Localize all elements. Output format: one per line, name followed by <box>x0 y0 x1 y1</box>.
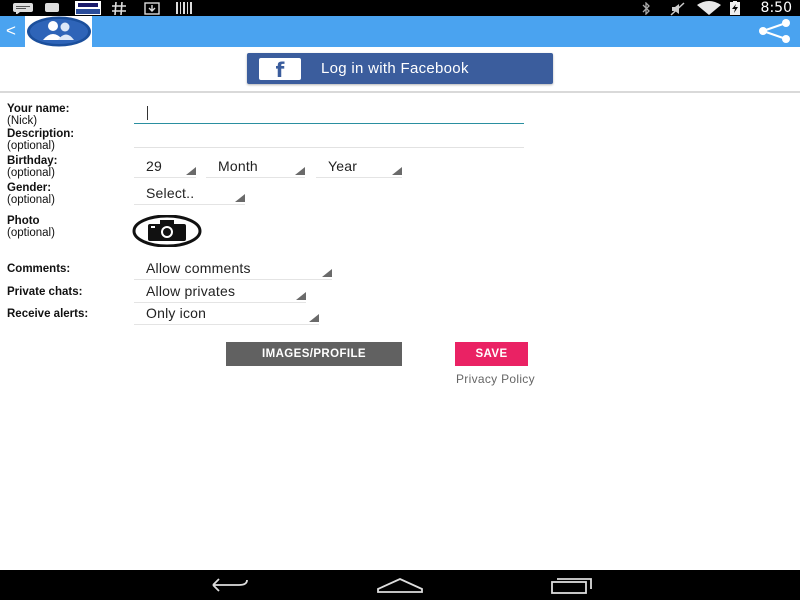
birthday-day-select[interactable]: 29 <box>134 157 196 178</box>
download-icon <box>144 2 160 15</box>
birthday-month-select[interactable]: Month <box>206 157 305 178</box>
description-label-title: Description: <box>7 128 75 140</box>
recents-nav-icon[interactable] <box>548 570 596 600</box>
photo-label: Photo (optional) <box>7 215 55 239</box>
navigation-bar <box>0 570 800 600</box>
gender-label: Gender: (optional) <box>7 182 55 206</box>
text-cursor <box>147 106 148 120</box>
dropdown-arrow-icon <box>296 292 306 300</box>
comments-select[interactable]: Allow comments <box>134 259 332 280</box>
back-button[interactable]: < <box>6 19 16 43</box>
photo-label-title: Photo <box>7 215 40 227</box>
app-logo <box>25 16 92 47</box>
birthday-day-value: 29 <box>146 158 162 174</box>
dropdown-arrow-icon <box>186 167 196 175</box>
dropdown-arrow-icon <box>322 269 332 277</box>
save-button[interactable]: SAVE <box>455 342 528 366</box>
birthday-year-select[interactable]: Year <box>316 157 402 178</box>
hash-icon <box>112 2 126 15</box>
comments-label-title: Comments: <box>7 263 71 275</box>
gender-value: Select.. <box>146 185 195 201</box>
comments-label: Comments: <box>7 263 70 275</box>
barcode-icon <box>176 2 192 14</box>
wifi-icon <box>697 1 721 15</box>
birthday-label-title: Birthday: <box>7 155 58 167</box>
mute-icon <box>670 2 685 16</box>
privacy-policy-link[interactable]: Privacy Policy <box>456 372 535 386</box>
description-input[interactable] <box>134 132 524 148</box>
receive-alerts-label: Receive alerts: <box>7 308 88 320</box>
private-chats-select[interactable]: Allow privates <box>134 282 306 303</box>
message-icon <box>13 3 33 14</box>
back-nav-icon[interactable] <box>205 570 253 600</box>
chat-icon <box>45 3 59 12</box>
receive-alerts-select[interactable]: Only icon <box>134 304 319 325</box>
facebook-login-label: Log in with Facebook <box>321 60 469 77</box>
status-time: 8:50 <box>760 0 792 16</box>
news-icon <box>75 1 101 15</box>
birthday-label-sub: (optional) <box>7 167 55 179</box>
name-label-sub: (Nick) <box>7 115 38 127</box>
dropdown-arrow-icon <box>392 167 402 175</box>
gender-label-sub: (optional) <box>7 194 55 206</box>
private-chats-label: Private chats: <box>7 286 82 298</box>
battery-charging-icon <box>730 1 740 15</box>
gender-label-title: Gender: <box>7 182 52 194</box>
receive-alerts-label-title: Receive alerts: <box>7 308 89 320</box>
description-label-sub: (optional) <box>7 140 55 152</box>
dropdown-arrow-icon <box>309 314 319 322</box>
description-label: Description: (optional) <box>7 128 74 152</box>
header-divider <box>0 91 800 93</box>
bluetooth-icon <box>642 2 650 15</box>
home-nav-icon[interactable] <box>374 570 426 600</box>
photo-label-sub: (optional) <box>7 227 55 239</box>
dropdown-arrow-icon <box>295 167 305 175</box>
name-input[interactable] <box>134 104 524 124</box>
dropdown-arrow-icon <box>235 194 245 202</box>
facebook-icon: f <box>259 58 301 82</box>
receive-alerts-value: Only icon <box>146 305 207 321</box>
name-label: Your name: (Nick) <box>7 103 69 127</box>
private-chats-label-title: Private chats: <box>7 286 83 298</box>
action-bar: < <box>0 16 800 47</box>
birthday-year-value: Year <box>328 158 358 174</box>
private-chats-value: Allow privates <box>146 283 236 299</box>
images-profile-button[interactable]: IMAGES/PROFILE <box>226 342 402 366</box>
share-icon[interactable] <box>758 19 792 43</box>
birthday-label: Birthday: (optional) <box>7 155 57 179</box>
comments-value: Allow comments <box>146 260 251 276</box>
facebook-login-button[interactable]: f Log in with Facebook <box>247 53 553 84</box>
camera-icon[interactable] <box>132 215 202 247</box>
users-icon <box>27 16 91 47</box>
name-label-title: Your name: <box>7 103 70 115</box>
birthday-month-value: Month <box>218 158 258 174</box>
facebook-logo-letter: f <box>275 58 285 82</box>
gender-select[interactable]: Select.. <box>134 184 245 205</box>
status-bar: 8:50 <box>0 0 800 16</box>
